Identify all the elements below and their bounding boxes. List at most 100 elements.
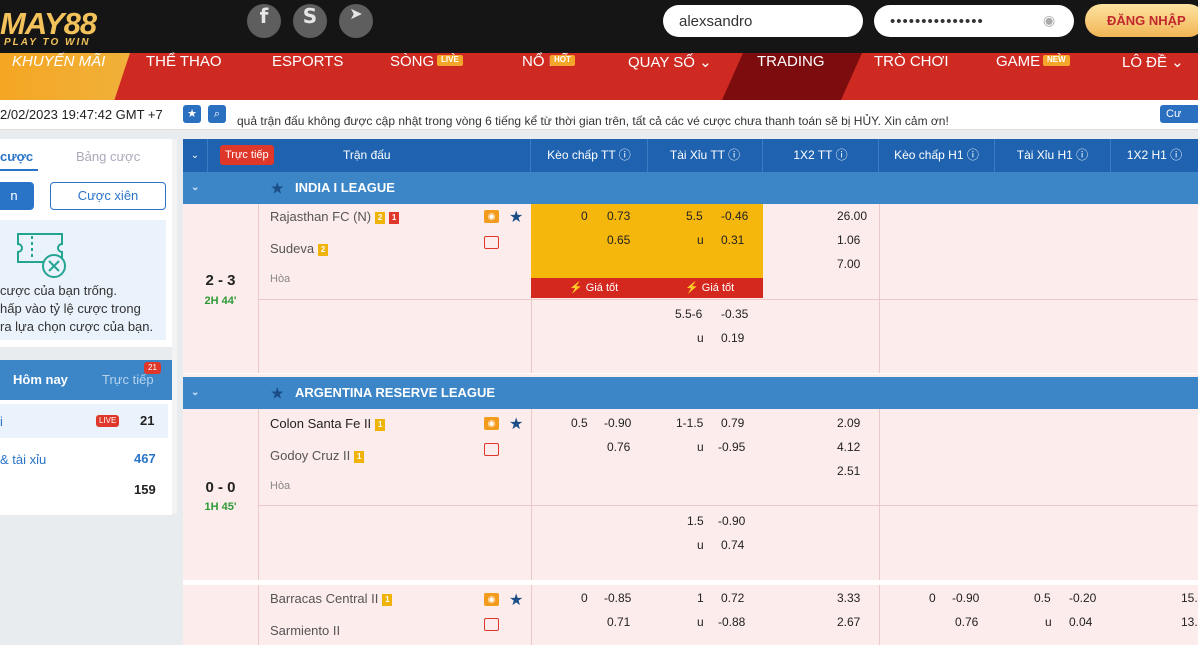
divider: [258, 299, 1198, 300]
tab-today[interactable]: Hôm nay: [13, 372, 68, 387]
odds-under[interactable]: 0.31: [721, 233, 744, 247]
yellow-card-count: 1: [375, 419, 386, 431]
away-team[interactable]: Sarmiento II: [270, 623, 340, 638]
home-team[interactable]: Colon Santa Fe II 1: [270, 416, 386, 431]
single-bet-button[interactable]: n: [0, 182, 34, 210]
empty-ticket-icon: [17, 233, 66, 278]
info-icon[interactable]: ⓘ: [836, 148, 848, 162]
alt-odds-over[interactable]: -0.90: [718, 514, 745, 528]
odds-1x2-away[interactable]: 2.67: [837, 615, 860, 629]
odds-1x2-home[interactable]: 26.00: [837, 209, 867, 223]
info-icon[interactable]: ⓘ: [967, 148, 979, 162]
logo[interactable]: MAY88 PLAY TO WIN: [0, 4, 200, 48]
favorite-star-icon[interactable]: ★: [509, 414, 523, 434]
collapse-icon[interactable]: ⌄: [191, 172, 199, 204]
match-time: 1H 45': [204, 501, 237, 513]
league-row[interactable]: ⌄ ★ INDIA I LEAGUE: [183, 172, 1198, 204]
odds-h1-1x2-home[interactable]: 15.: [1181, 591, 1198, 605]
star-icon[interactable]: ★: [271, 172, 284, 204]
odds-hdp-away[interactable]: 0.65: [607, 233, 630, 247]
away-team[interactable]: Sudeva 2: [270, 241, 329, 256]
collapse-all-icon[interactable]: ⌄: [183, 139, 208, 172]
odds-under[interactable]: -0.88: [718, 615, 745, 629]
sidebar-scrollbar[interactable]: [172, 139, 177, 514]
home-team[interactable]: Rajasthan FC (N) 2 1: [270, 209, 400, 224]
nav-lottery[interactable]: QUAY SỐ ⌄: [628, 53, 712, 100]
odds-hdp-home[interactable]: -0.90: [604, 416, 631, 430]
market-row-live[interactable]: i LIVE 21: [0, 404, 168, 438]
odds-over[interactable]: 0.72: [721, 591, 744, 605]
divider: [258, 505, 1198, 506]
odds-1x2-draw[interactable]: 2.51: [837, 464, 860, 478]
eye-off-icon[interactable]: ◉: [1043, 12, 1055, 29]
h1-hdp-line: 0: [929, 591, 936, 605]
view-icon[interactable]: ◉: [484, 593, 499, 606]
odds-over[interactable]: 0.79: [721, 416, 744, 430]
star-icon[interactable]: ★: [271, 377, 284, 409]
odds-h1-hdp-home[interactable]: -0.90: [952, 591, 979, 605]
league-row[interactable]: ⌄ ★ ARGENTINA RESERVE LEAGUE: [183, 377, 1198, 409]
best-price-label: ⚡ Giá tốt: [569, 282, 619, 294]
live-video-icon[interactable]: [484, 236, 499, 249]
nav-esports[interactable]: ESPORTS: [272, 53, 343, 100]
right-bet-button[interactable]: Cư: [1160, 105, 1198, 123]
facebook-icon[interactable]: f: [247, 4, 281, 38]
tab-live[interactable]: Trực tiếp: [102, 372, 154, 387]
odds-h1-under[interactable]: 0.04: [1069, 615, 1092, 629]
info-icon[interactable]: ⓘ: [1076, 148, 1088, 162]
odds-hdp-home[interactable]: -0.85: [604, 591, 631, 605]
info-icon[interactable]: ⓘ: [619, 148, 631, 162]
odds-hdp-home[interactable]: 0.73: [607, 209, 630, 223]
sub-bar: 2/02/2023 19:47:42 GMT +7 ★ ⌕ quả trận đ…: [0, 100, 1198, 130]
league-name: INDIA I LEAGUE: [295, 180, 395, 195]
alt-odds-under[interactable]: 0.74: [721, 538, 744, 552]
odds-1x2-home[interactable]: 2.09: [837, 416, 860, 430]
live-video-icon[interactable]: [484, 618, 499, 631]
header-label: Tài Xỉu H1: [1016, 148, 1073, 162]
alt-odds-over[interactable]: -0.35: [721, 307, 748, 321]
home-team[interactable]: Barracas Central II 1: [270, 591, 393, 606]
username-input[interactable]: [663, 5, 863, 37]
market-row-hdp-ou[interactable]: & tài xỉu 467: [0, 444, 168, 474]
odds-1x2-home[interactable]: 3.33: [837, 591, 860, 605]
view-icon[interactable]: ◉: [484, 210, 499, 223]
info-icon[interactable]: ⓘ: [728, 148, 740, 162]
main-nav: KHUYẾN MÃI THỂ THAO ESPORTS SÒNG BÀI LIV…: [0, 53, 1198, 100]
star-icon[interactable]: ★: [183, 105, 201, 123]
nav-trading[interactable]: TRADING: [757, 53, 825, 100]
market-row-other[interactable]: 159: [0, 474, 168, 504]
favorite-star-icon[interactable]: ★: [509, 590, 523, 610]
parlay-button[interactable]: Cược xiên: [50, 182, 166, 210]
header-match: Trực tiếp Trận đấu: [208, 139, 531, 172]
skype-icon[interactable]: S: [293, 4, 327, 38]
view-icon[interactable]: ◉: [484, 417, 499, 430]
collapse-icon[interactable]: ⌄: [191, 377, 199, 409]
odds-under[interactable]: -0.95: [718, 440, 745, 454]
nav-games[interactable]: TRÒ CHƠI: [874, 53, 949, 100]
nav-lode[interactable]: LÔ ĐỀ ⌄: [1122, 53, 1184, 100]
odds-h1-1x2-away[interactable]: 13.: [1181, 615, 1198, 629]
info-icon[interactable]: ⓘ: [1170, 148, 1182, 162]
ou-under-label: u: [697, 440, 704, 454]
odds-1x2-away[interactable]: 1.06: [837, 233, 860, 247]
nav-sports[interactable]: THỂ THAO: [146, 53, 222, 100]
login-button[interactable]: ĐĂNG NHẬP: [1085, 4, 1198, 37]
telegram-icon[interactable]: ➤: [339, 4, 373, 38]
away-team[interactable]: Godoy Cruz II 1: [270, 448, 365, 463]
nav-promotions[interactable]: KHUYẾN MÃI: [12, 53, 105, 100]
odds-h1-over[interactable]: -0.20: [1069, 591, 1096, 605]
tab-bet-board[interactable]: Bảng cược: [76, 149, 140, 164]
odds-1x2-away[interactable]: 4.12: [837, 440, 860, 454]
search-icon[interactable]: ⌕: [208, 105, 226, 123]
odds-h1-hdp-away[interactable]: 0.76: [955, 615, 978, 629]
odds-over[interactable]: -0.46: [721, 209, 748, 223]
alt-odds-under[interactable]: 0.19: [721, 331, 744, 345]
odds-hdp-away[interactable]: 0.71: [607, 615, 630, 629]
ou-line: 5.5: [686, 209, 703, 223]
home-team-name: Rajasthan FC (N): [270, 209, 372, 224]
odds-hdp-away[interactable]: 0.76: [607, 440, 630, 454]
live-video-icon[interactable]: [484, 443, 499, 456]
tab-betslip[interactable]: cược: [0, 149, 33, 164]
favorite-star-icon[interactable]: ★: [509, 207, 523, 227]
odds-1x2-draw[interactable]: 7.00: [837, 257, 860, 271]
